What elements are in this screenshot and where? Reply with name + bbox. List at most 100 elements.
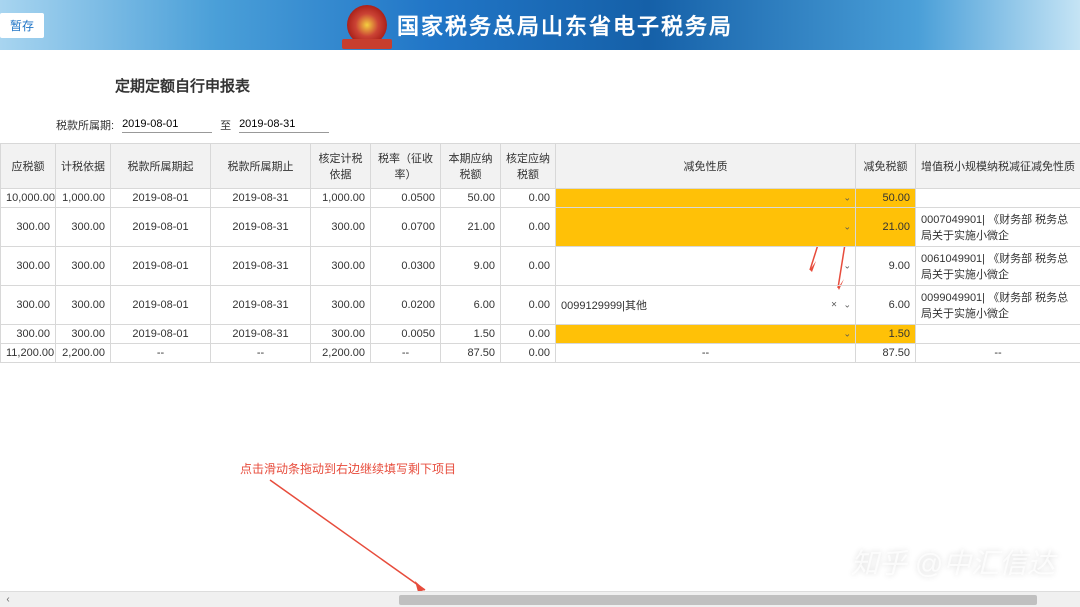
- chevron-down-icon[interactable]: ⌄: [843, 193, 851, 204]
- table-cell: 2019-08-31: [211, 286, 311, 325]
- tax-table: 应税额计税依据税款所属期起税款所属期止核定计税依据税率（征收率）本期应纳税额核定…: [0, 143, 1080, 363]
- table-cell: 300.00: [1, 286, 56, 325]
- table-row: 300.00300.002019-08-012019-08-31300.000.…: [1, 208, 1080, 247]
- horizontal-scrollbar[interactable]: ‹: [0, 591, 1080, 607]
- clear-icon[interactable]: ×: [831, 300, 837, 311]
- table-cell: --: [211, 344, 311, 363]
- date-range-row: 税款所属期: 至: [56, 116, 1080, 133]
- table-cell: 2019-08-01: [111, 247, 211, 286]
- header-brand: 国家税务总局山东省电子税务局: [347, 5, 733, 45]
- table-cell: 300.00: [311, 247, 371, 286]
- table-cell: 0061049901| 《财务部 税务总局关于实施小微企: [916, 247, 1080, 286]
- table-row: 300.00300.002019-08-012019-08-31300.000.…: [1, 325, 1080, 344]
- tax-table-wrap: 应税额计税依据税款所属期起税款所属期止核定计税依据税率（征收率）本期应纳税额核定…: [0, 143, 1080, 363]
- table-cell: 6.00: [856, 286, 916, 325]
- table-cell: 21.00: [441, 208, 501, 247]
- table-cell: 300.00: [1, 325, 56, 344]
- annotation-arrow-bottom-icon: [260, 475, 440, 600]
- table-cell: 1.50: [856, 325, 916, 344]
- table-cell[interactable]: ⌄: [556, 247, 856, 286]
- header-title: 国家税务总局山东省电子税务局: [397, 9, 733, 41]
- table-cell: 0.0200: [371, 286, 441, 325]
- date-from-input[interactable]: [122, 116, 212, 133]
- table-cell: 0.00: [501, 208, 556, 247]
- table-cell: --: [556, 344, 856, 363]
- scroll-track[interactable]: [16, 595, 1080, 605]
- table-header-row: 应税额计税依据税款所属期起税款所属期止核定计税依据税率（征收率）本期应纳税额核定…: [1, 144, 1080, 189]
- table-cell: 300.00: [56, 247, 111, 286]
- column-header: 核定应纳税额: [501, 144, 556, 189]
- table-cell: 87.50: [441, 344, 501, 363]
- table-cell[interactable]: ⌄: [556, 189, 856, 208]
- table-cell: 9.00: [856, 247, 916, 286]
- table-cell: [916, 325, 1080, 344]
- chevron-down-icon[interactable]: ⌄: [843, 300, 851, 311]
- date-to-label: 至: [220, 117, 231, 133]
- table-cell: 10,000.00: [1, 189, 56, 208]
- table-cell: 300.00: [56, 325, 111, 344]
- chevron-down-icon[interactable]: ⌄: [843, 261, 851, 272]
- table-cell: 11,200.00: [1, 344, 56, 363]
- date-to-input[interactable]: [239, 116, 329, 133]
- table-cell: 50.00: [856, 189, 916, 208]
- table-cell: 300.00: [56, 208, 111, 247]
- table-cell: 2019-08-01: [111, 189, 211, 208]
- table-cell: 2019-08-31: [211, 247, 311, 286]
- column-header: 减免性质: [556, 144, 856, 189]
- table-cell: 2019-08-31: [211, 208, 311, 247]
- table-cell: 21.00: [856, 208, 916, 247]
- table-cell: 0.00: [501, 325, 556, 344]
- column-header: 减免税额: [856, 144, 916, 189]
- app-header: 国家税务总局山东省电子税务局 暂存: [0, 0, 1080, 50]
- column-header: 核定计税依据: [311, 144, 371, 189]
- table-cell: 2019-08-01: [111, 208, 211, 247]
- scroll-left-icon[interactable]: ‹: [0, 594, 16, 605]
- table-cell: 50.00: [441, 189, 501, 208]
- chevron-down-icon[interactable]: ⌄: [843, 222, 851, 233]
- table-cell: 0.00: [501, 286, 556, 325]
- content-area: 定期定额自行申报表 税款所属期: 至: [0, 50, 1080, 133]
- column-header: 本期应纳税额: [441, 144, 501, 189]
- scroll-thumb[interactable]: [399, 595, 1037, 605]
- table-cell: 2019-08-31: [211, 325, 311, 344]
- column-header: 应税额: [1, 144, 56, 189]
- column-header: 增值税小规模纳税减征减免性质: [916, 144, 1080, 189]
- watermark: 知乎 @中汇信达: [851, 542, 1055, 582]
- table-cell: [916, 189, 1080, 208]
- table-cell: 0.0500: [371, 189, 441, 208]
- table-row: 11,200.002,200.00----2,200.00--87.500.00…: [1, 344, 1080, 363]
- table-cell: 2019-08-31: [211, 189, 311, 208]
- table-cell: 0.0700: [371, 208, 441, 247]
- chevron-down-icon[interactable]: ⌄: [843, 329, 851, 340]
- table-cell: --: [916, 344, 1080, 363]
- table-cell: --: [111, 344, 211, 363]
- page-title: 定期定额自行申报表: [115, 75, 1080, 96]
- table-cell[interactable]: 0099129999|其他×⌄: [556, 286, 856, 325]
- table-cell: 0007049901| 《财务部 税务总局关于实施小微企: [916, 208, 1080, 247]
- table-row: 300.00300.002019-08-012019-08-31300.000.…: [1, 247, 1080, 286]
- table-cell: 9.00: [441, 247, 501, 286]
- table-cell[interactable]: ⌄: [556, 325, 856, 344]
- table-cell: 0.0050: [371, 325, 441, 344]
- column-header: 计税依据: [56, 144, 111, 189]
- table-cell: 2,200.00: [56, 344, 111, 363]
- table-cell: 6.00: [441, 286, 501, 325]
- table-cell: --: [371, 344, 441, 363]
- annotation-bottom: 点击滑动条拖动到右边继续填写剩下项目: [240, 460, 456, 477]
- table-cell: 0099049901| 《财务部 税务总局关于实施小微企: [916, 286, 1080, 325]
- table-cell: 300.00: [56, 286, 111, 325]
- table-cell: 1,000.00: [311, 189, 371, 208]
- table-row: 10,000.001,000.002019-08-012019-08-311,0…: [1, 189, 1080, 208]
- table-body: 10,000.001,000.002019-08-012019-08-311,0…: [1, 189, 1080, 363]
- table-cell: 300.00: [1, 208, 56, 247]
- table-cell: 0.0300: [371, 247, 441, 286]
- table-cell: 0.00: [501, 189, 556, 208]
- table-cell: 2,200.00: [311, 344, 371, 363]
- table-cell[interactable]: ⌄: [556, 208, 856, 247]
- date-from-label: 税款所属期:: [56, 117, 114, 133]
- save-button[interactable]: 暂存: [0, 13, 44, 38]
- table-cell: 1,000.00: [56, 189, 111, 208]
- table-cell: 2019-08-01: [111, 325, 211, 344]
- table-cell: 1.50: [441, 325, 501, 344]
- column-header: 税款所属期止: [211, 144, 311, 189]
